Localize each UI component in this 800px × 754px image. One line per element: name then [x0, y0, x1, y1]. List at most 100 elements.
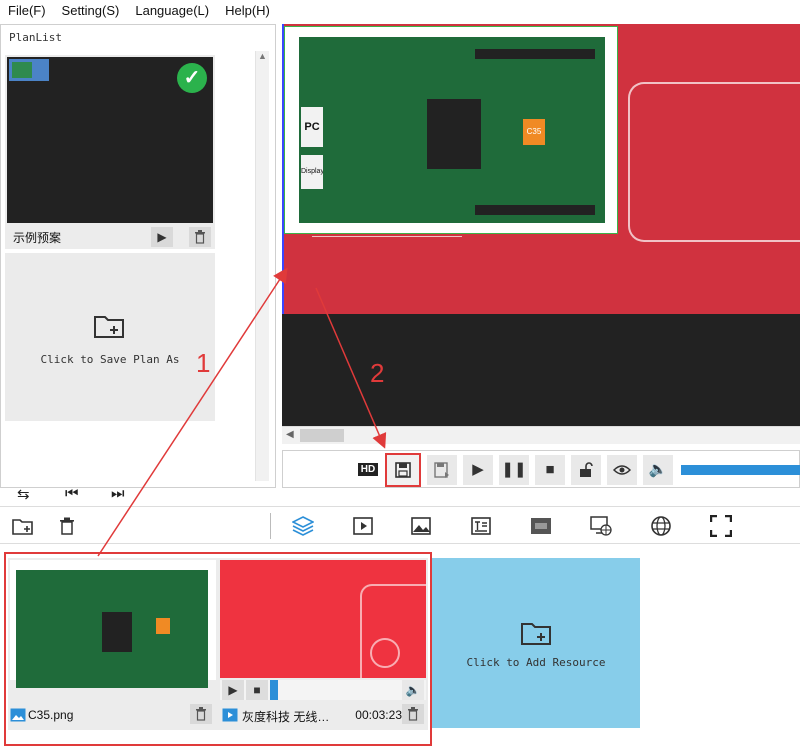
- monitor-globe-icon: [590, 516, 612, 536]
- preview-button[interactable]: [607, 455, 637, 485]
- planlist-scrollbar[interactable]: ▲: [255, 51, 269, 481]
- delete-button[interactable]: [54, 513, 80, 539]
- pcb-chip-label: C35: [523, 119, 545, 145]
- digital-clock-icon: [531, 518, 551, 534]
- preview-canvas[interactable]: C35 PC Display: [282, 24, 800, 426]
- video-progress-handle[interactable]: [270, 680, 278, 700]
- menu-bar: File(F) Setting(S) Language(L) Help(H): [0, 0, 800, 22]
- add-image-button[interactable]: [408, 513, 434, 539]
- play-button[interactable]: ▶: [222, 680, 244, 700]
- volume-button[interactable]: 🔈: [643, 455, 673, 485]
- deco-circle: [370, 638, 400, 668]
- annotation-step-1: 1: [196, 348, 211, 378]
- next-icon[interactable]: ⏭: [111, 485, 125, 502]
- save-plan-as-button[interactable]: Click to Save Plan As: [5, 253, 215, 421]
- fullscreen-button[interactable]: [708, 513, 734, 539]
- save-as-button[interactable]: [427, 455, 457, 485]
- toolbar-divider: [270, 513, 271, 539]
- deco-line: [312, 236, 462, 237]
- pcb-chip-label: [156, 618, 170, 634]
- plan-mini-preview: [9, 59, 49, 81]
- resource-toolbar: [0, 506, 800, 544]
- plan-card[interactable]: ✓ 示例预案 ▶: [5, 55, 215, 249]
- pcb-image: C35 PC Display: [299, 37, 605, 223]
- annotation-step-2: 2: [370, 358, 385, 388]
- add-clock-button[interactable]: [528, 513, 554, 539]
- add-resource-label: Click to Add Resource: [466, 656, 606, 669]
- save-icon: [395, 462, 411, 478]
- add-text-button[interactable]: [468, 513, 494, 539]
- play-plan-button[interactable]: ▶: [151, 227, 173, 247]
- menu-help[interactable]: Help(H): [217, 0, 278, 22]
- scroll-left-icon[interactable]: ◀: [286, 429, 294, 440]
- video-mini-controls: ▶ ■ 🔈: [220, 680, 426, 700]
- pause-button[interactable]: ❚❚: [499, 455, 529, 485]
- add-video-button[interactable]: [350, 513, 376, 539]
- resource-name: 灰度科技 无线…: [242, 710, 330, 724]
- trash-icon: [195, 230, 205, 244]
- layers-icon: [291, 516, 315, 536]
- video-icon: [222, 708, 238, 722]
- delete-resource-button[interactable]: [190, 704, 212, 724]
- hd-icon: HD: [357, 463, 379, 476]
- pcb-heatsink: [427, 99, 481, 169]
- layers-button[interactable]: [290, 513, 316, 539]
- eye-icon: [612, 465, 632, 475]
- add-resource-button[interactable]: Click to Add Resource: [432, 558, 640, 728]
- pcb-display-label: Display: [301, 155, 323, 189]
- video-icon: [353, 517, 373, 535]
- resource-area: C35.png ▶ ■ 🔈 灰度科技 无线… 00:03:23 Click to…: [0, 548, 800, 754]
- pcb-connector: [475, 205, 595, 215]
- delete-plan-button[interactable]: [189, 227, 211, 247]
- trash-icon: [60, 517, 74, 535]
- plan-thumbnail[interactable]: ✓: [7, 57, 213, 223]
- add-webpage-button[interactable]: [648, 513, 674, 539]
- scroll-thumb[interactable]: [300, 429, 344, 442]
- previous-icon[interactable]: ⏮: [65, 485, 79, 502]
- deco-line: [628, 82, 800, 242]
- playback-bar: HD ▶ ❚❚ ■ 🔈: [282, 450, 800, 488]
- image-icon: [411, 517, 431, 535]
- lock-button[interactable]: [571, 455, 601, 485]
- folder-add-icon: [12, 519, 33, 535]
- pcb-pc-label: PC: [301, 107, 323, 147]
- pcb-heatsink: [102, 612, 132, 652]
- save-plan-label: Click to Save Plan As: [40, 353, 180, 366]
- scroll-up-icon[interactable]: ▲: [256, 51, 269, 61]
- menu-language[interactable]: Language(L): [127, 0, 217, 22]
- stop-button[interactable]: ■: [246, 680, 268, 700]
- add-web-button[interactable]: [588, 513, 614, 539]
- image-icon: [10, 708, 26, 722]
- fullscreen-icon: [709, 514, 733, 538]
- text-icon: [471, 517, 491, 535]
- hd-button[interactable]: HD: [353, 455, 383, 485]
- globe-icon: [651, 516, 671, 536]
- volume-button[interactable]: 🔈: [402, 680, 424, 700]
- stop-button[interactable]: ■: [535, 455, 565, 485]
- plan-name: 示例预案: [13, 231, 62, 245]
- pcb-image: [16, 570, 208, 688]
- play-button[interactable]: ▶: [463, 455, 493, 485]
- delete-resource-button[interactable]: [402, 704, 424, 724]
- menu-setting[interactable]: Setting(S): [54, 0, 128, 22]
- image-layer-c35[interactable]: C35 PC Display: [284, 26, 618, 234]
- save-button[interactable]: [385, 453, 421, 487]
- add-folder-button[interactable]: [10, 513, 36, 539]
- trash-icon: [196, 707, 206, 721]
- resource-name: C35.png: [28, 708, 74, 722]
- menu-file[interactable]: File(F): [0, 0, 54, 22]
- resource-duration: 00:03:23: [355, 708, 402, 722]
- planlist-panel: PlanList ✓ 示例预案 ▶ Click to Save Plan As …: [0, 24, 276, 503]
- folder-add-icon: [94, 316, 124, 338]
- trash-icon: [408, 707, 418, 721]
- save-as-icon: [434, 462, 449, 478]
- canvas-h-scrollbar[interactable]: ◀: [282, 426, 800, 444]
- pcb-connector: [475, 49, 595, 59]
- resource-card-video[interactable]: ▶ ■ 🔈 灰度科技 无线… 00:03:23: [218, 558, 428, 730]
- resource-thumbnail: [220, 560, 426, 678]
- loop-icon[interactable]: ⇆: [17, 485, 30, 503]
- volume-slider[interactable]: [681, 465, 800, 475]
- folder-add-icon: [521, 623, 551, 645]
- resource-card-image[interactable]: C35.png: [8, 558, 218, 730]
- resource-thumbnail: [10, 560, 216, 688]
